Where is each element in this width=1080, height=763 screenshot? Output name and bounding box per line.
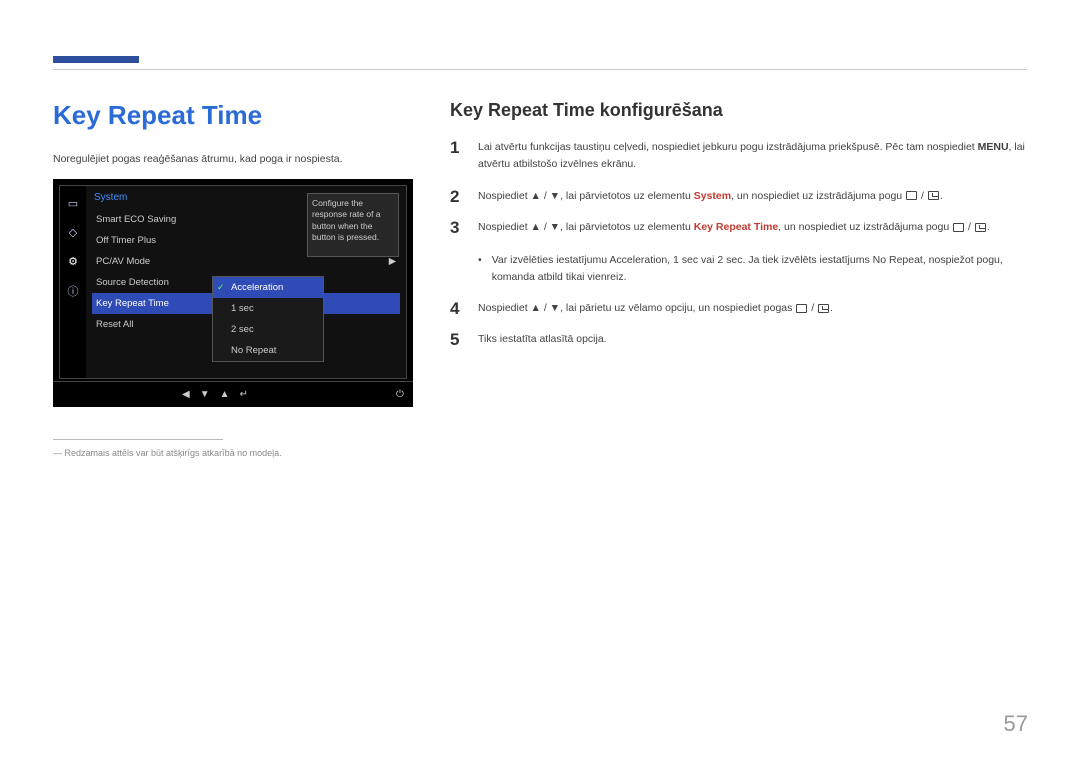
- step-1: 1 Lai atvērtu funkcijas taustiņu ceļvedi…: [450, 139, 1027, 174]
- button-icon: [796, 304, 807, 313]
- monitor-icon: ▭: [66, 196, 81, 211]
- menu-label: MENU: [978, 141, 1009, 153]
- enter-icon: [818, 304, 829, 313]
- osd-panel: ▭ ◇ ⚙ ⓘ System Smart ECO Saving Off Off …: [59, 185, 407, 379]
- osd-footer: ◀ ▼ ▲ ↵ ⏻: [53, 381, 413, 407]
- button-icon: [953, 223, 964, 232]
- button-icon: [906, 191, 917, 200]
- osd-item-label: Source Detection: [96, 277, 169, 288]
- enter-icon: [975, 223, 986, 232]
- page-title: Key Repeat Time: [53, 100, 413, 131]
- osd-screenshot: ▭ ◇ ⚙ ⓘ System Smart ECO Saving Off Off …: [53, 179, 413, 407]
- osd-sub-1sec: 1 sec: [213, 298, 323, 319]
- enter-icon: [928, 191, 939, 200]
- footnote-divider: [53, 439, 223, 440]
- info-icon: ⓘ: [66, 283, 81, 298]
- highlight-system: System: [694, 190, 731, 202]
- bullet-text: Var izvēlēties iestatījumu Acceleration,…: [492, 252, 1027, 286]
- nav-up-icon: ▲: [220, 389, 230, 400]
- step-body: Nospiediet ▲ / ▼, lai pārietu uz vēlamo …: [478, 300, 833, 317]
- gear-icon: ⚙: [66, 254, 81, 269]
- osd-item-label: Off Timer Plus: [96, 235, 156, 246]
- osd-tooltip: Configure the response rate of a button …: [307, 193, 399, 257]
- step-5: 5 Tiks iestatīta atlasītā opcija.: [450, 331, 1027, 348]
- osd-item-label: Smart ECO Saving: [96, 214, 176, 225]
- header-divider: [53, 69, 1027, 70]
- step-body: Lai atvērtu funkcijas taustiņu ceļvedi, …: [478, 139, 1027, 174]
- header-accent-bar: [53, 56, 139, 63]
- nav-down-icon: ▼: [200, 389, 210, 400]
- intro-text: Noregulējiet pogas reaģēšanas ātrumu, ka…: [53, 153, 413, 165]
- step-number: 4: [450, 300, 464, 317]
- osd-sub-2sec: 2 sec: [213, 319, 323, 340]
- nav-enter-icon: ↵: [240, 389, 248, 400]
- picture-icon: ◇: [66, 225, 81, 240]
- step-2: 2 Nospiediet ▲ / ▼, lai pārvietotos uz e…: [450, 188, 1027, 205]
- step-4: 4 Nospiediet ▲ / ▼, lai pārietu uz vēlam…: [450, 300, 1027, 317]
- osd-item-value: ▶: [389, 256, 396, 267]
- bullet-dot: •: [478, 252, 482, 286]
- osd-item-label: Key Repeat Time: [96, 298, 169, 309]
- osd-item-label: Reset All: [96, 319, 134, 330]
- osd-sub-norepeat: No Repeat: [213, 340, 323, 361]
- highlight-key-repeat: Key Repeat Time: [694, 221, 778, 233]
- step-body: Nospiediet ▲ / ▼, lai pārvietotos uz ele…: [478, 188, 943, 205]
- step-3-bullet: • Var izvēlēties iestatījumu Acceleratio…: [478, 252, 1027, 286]
- step-number: 5: [450, 331, 464, 348]
- step-3: 3 Nospiediet ▲ / ▼, lai pārvietotos uz e…: [450, 219, 1027, 236]
- left-column: Key Repeat Time Noregulējiet pogas reaģē…: [53, 100, 413, 458]
- osd-item-label: PC/AV Mode: [96, 256, 150, 267]
- step-number: 1: [450, 139, 464, 156]
- steps-list: 1 Lai atvērtu funkcijas taustiņu ceļvedi…: [450, 139, 1027, 362]
- power-icon: ⏻: [387, 389, 413, 400]
- section-heading: Key Repeat Time konfigurēšana: [450, 100, 1027, 121]
- nav-left-icon: ◀: [182, 389, 190, 400]
- step-number: 3: [450, 219, 464, 236]
- page-number: 57: [1004, 711, 1028, 737]
- footnote-text: ― Redzamais attēls var būt atšķirīgs atk…: [53, 448, 413, 458]
- step-body: Tiks iestatīta atlasītā opcija.: [478, 331, 607, 348]
- step-number: 2: [450, 188, 464, 205]
- osd-icon-rail: ▭ ◇ ⚙ ⓘ: [60, 186, 86, 378]
- osd-sub-acceleration: Acceleration: [213, 277, 323, 298]
- right-column: Key Repeat Time konfigurēšana 1 Lai atvē…: [450, 100, 1027, 362]
- osd-submenu: Acceleration 1 sec 2 sec No Repeat: [212, 276, 324, 362]
- step-body: Nospiediet ▲ / ▼, lai pārvietotos uz ele…: [478, 219, 990, 236]
